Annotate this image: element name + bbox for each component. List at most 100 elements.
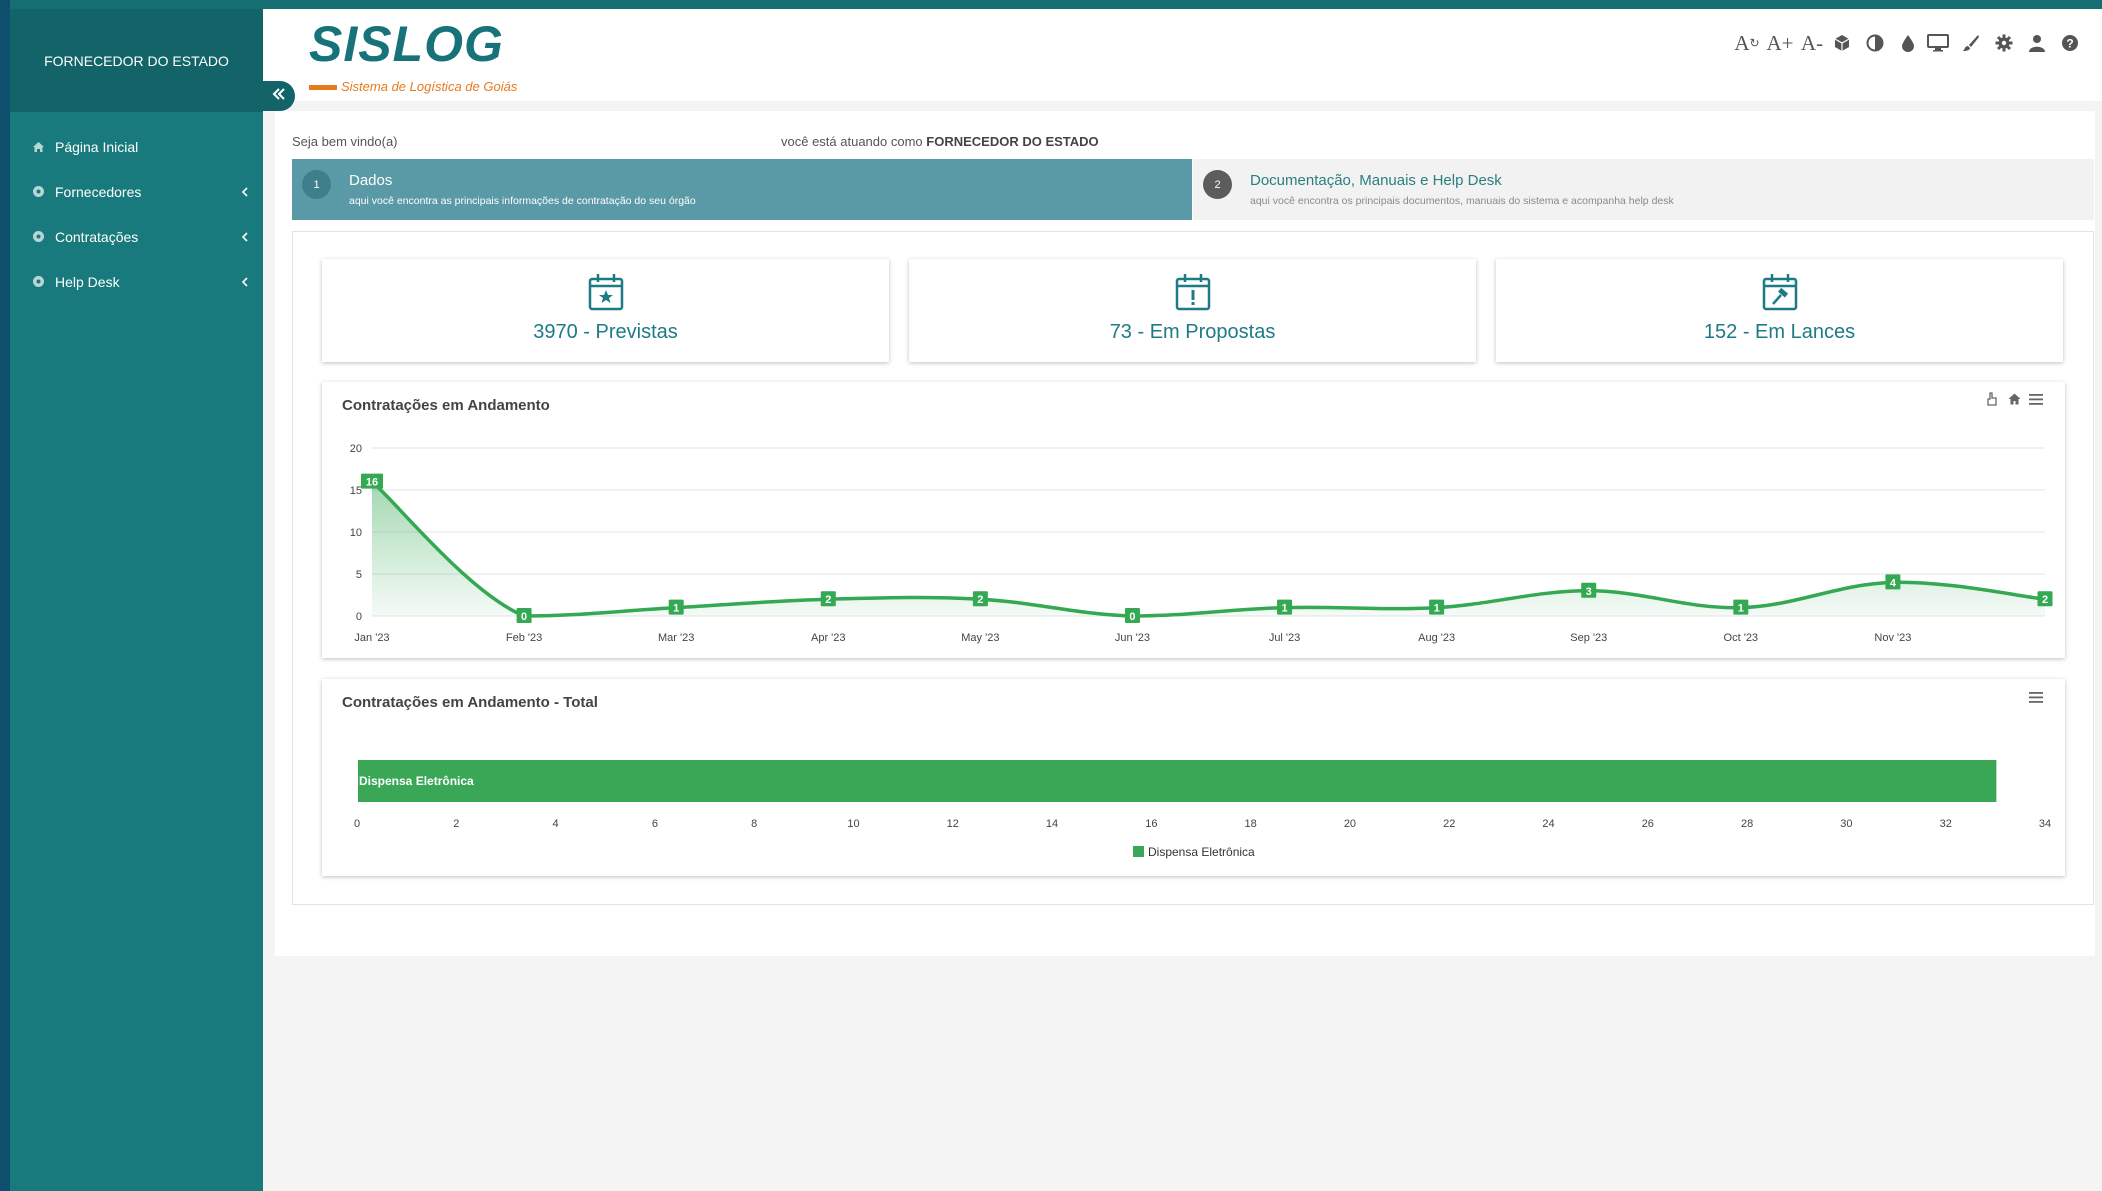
- card-previstas[interactable]: 3970 - Previstas: [322, 259, 889, 362]
- sidebar-item-label: Página Inicial: [55, 138, 139, 155]
- cube-icon[interactable]: [1829, 29, 1855, 57]
- font-decrease-label: A-: [1800, 30, 1824, 55]
- x-tick-label: 14: [1046, 818, 1058, 830]
- font-decrease-icon[interactable]: A-: [1797, 29, 1827, 57]
- x-tick-label: Aug '23: [1418, 632, 1455, 644]
- series-line: [370, 480, 2046, 618]
- y-tick-label: 0: [356, 611, 362, 623]
- x-tick-label: 8: [751, 818, 757, 830]
- sidebar-header: FORNECEDOR DO ESTADO: [10, 9, 263, 112]
- x-tick-label: 32: [1940, 818, 1952, 830]
- role-prefix: você está atuando como: [781, 134, 923, 149]
- data-label: 0: [1129, 611, 1135, 623]
- chevron-left-icon: [239, 230, 251, 242]
- step-documentacao[interactable]: 2 Documentação, Manuais e Help Desk aqui…: [1193, 159, 2094, 220]
- user-icon[interactable]: [2024, 29, 2050, 57]
- sislog-logo[interactable]: SISLOG Sistema de Logística de Goiás: [305, 16, 535, 99]
- sidebar-item-contratacoes[interactable]: Contratações: [10, 214, 263, 259]
- step-number: 2: [1203, 170, 1232, 199]
- y-tick-label: 5: [356, 569, 362, 581]
- sidebar-item-pagina-inicial[interactable]: Página Inicial: [10, 124, 263, 169]
- data-label: 1: [1738, 603, 1744, 615]
- data-label: 1: [1281, 603, 1287, 615]
- step-number: 1: [302, 170, 331, 199]
- calendar-alert-icon: [1175, 273, 1211, 311]
- data-label: 3: [1586, 586, 1592, 598]
- x-tick-label: 34: [2039, 818, 2051, 830]
- chart-contratacoes-total: Contratações em Andamento - Total Dispen…: [322, 679, 2065, 876]
- card-em-propostas[interactable]: 73 - Em Propostas: [909, 259, 1476, 362]
- y-tick-label: 20: [350, 443, 362, 455]
- role-name: FORNECEDOR DO ESTADO: [926, 134, 1099, 149]
- x-tick-label: 10: [847, 818, 859, 830]
- font-reset-label: A: [1734, 30, 1750, 55]
- x-tick-label: 2: [453, 818, 459, 830]
- circle-icon: [32, 230, 45, 243]
- logo-subtitle: Sistema de Logística de Goiás: [341, 79, 518, 94]
- help-icon[interactable]: ?: [2057, 29, 2083, 57]
- sidebar: FORNECEDOR DO ESTADO Página Inicial Forn…: [10, 9, 263, 1191]
- svg-text:?: ?: [2066, 37, 2073, 51]
- bar: [358, 760, 1997, 802]
- y-tick-label: 15: [350, 485, 362, 497]
- circle-icon: [32, 275, 45, 288]
- x-tick-label: 20: [1344, 818, 1356, 830]
- x-tick-label: 22: [1443, 818, 1455, 830]
- gear-icon[interactable]: [1991, 29, 2017, 57]
- reset-arrow-glyph: ↻: [1749, 36, 1760, 50]
- line-chart-canvas: 0510152016012 201 13142Jan '23 Feb '23 Mar '…: [350, 443, 2053, 644]
- step-subtitle: aqui você encontra os principais documen…: [1250, 195, 1674, 207]
- step-dados[interactable]: 1 Dados aqui você encontra as principais…: [292, 159, 1192, 220]
- home-icon: [32, 140, 45, 153]
- calendar-star-icon: [588, 273, 624, 311]
- circle-icon: [32, 185, 45, 198]
- data-label: 2: [977, 594, 983, 606]
- sidebar-item-label: Fornecedores: [55, 183, 142, 200]
- legend-label: Dispensa Eletrônica: [1148, 845, 1255, 859]
- font-increase-label: A+: [1766, 30, 1794, 55]
- x-tick-label: Apr '23: [811, 632, 846, 644]
- x-tick-label: May '23: [961, 632, 999, 644]
- role-indicator: você está atuando como FORNECEDOR DO EST…: [781, 134, 1099, 149]
- step-subtitle: aqui você encontra as principais informa…: [349, 195, 696, 207]
- brush-icon[interactable]: [1958, 29, 1984, 57]
- water-drop-icon[interactable]: [1895, 29, 1921, 57]
- y-tick-label: 10: [350, 527, 362, 539]
- x-tick-label: 24: [1542, 818, 1554, 830]
- welcome-text: Seja bem vindo(a): [292, 134, 398, 149]
- sidebar-item-fornecedores[interactable]: Fornecedores: [10, 169, 263, 214]
- font-reset-icon[interactable]: A ↻: [1731, 29, 1763, 57]
- data-label: 4: [1890, 577, 1897, 589]
- data-label: 1: [1434, 603, 1440, 615]
- x-tick-label: 30: [1840, 818, 1852, 830]
- chart-contratacoes-em-andamento: Contratações em Andamento 0 5 10 15 20 16 0 1 2 2…: [322, 382, 2065, 658]
- x-tick-label: Mar '23: [658, 632, 694, 644]
- logo-title: SISLOG: [309, 19, 504, 72]
- x-tick-label: Sep '23: [1570, 632, 1607, 644]
- card-em-lances[interactable]: 152 - Em Lances: [1496, 259, 2063, 362]
- bar-category-label: Dispensa Eletrônica: [359, 774, 474, 788]
- x-tick-label: Nov '23: [1874, 632, 1911, 644]
- monitor-icon[interactable]: [1925, 29, 1951, 57]
- x-tick-label: 26: [1642, 818, 1654, 830]
- top-accent-bar: [0, 0, 2102, 9]
- x-tick-label: Oct '23: [1724, 632, 1759, 644]
- card-label: 3970 - Previstas: [533, 321, 678, 343]
- sidebar-item-label: Help Desk: [55, 273, 120, 290]
- double-chevron-left-icon: [272, 87, 286, 105]
- legend-swatch: [1133, 846, 1144, 857]
- sidebar-collapse-button[interactable]: [263, 81, 295, 111]
- step-title: Dados: [349, 172, 393, 189]
- contrast-icon[interactable]: [1862, 29, 1888, 57]
- data-label: 0: [521, 611, 527, 623]
- data-label: 1: [673, 603, 679, 615]
- x-tick-label: Jul '23: [1269, 632, 1300, 644]
- font-increase-icon[interactable]: A+: [1765, 29, 1795, 57]
- calendar-gavel-icon: [1762, 273, 1798, 311]
- sidebar-item-help-desk[interactable]: Help Desk: [10, 259, 263, 304]
- step-title: Documentação, Manuais e Help Desk: [1250, 172, 1502, 189]
- x-tick-label: 18: [1245, 818, 1257, 830]
- x-tick-label: Feb '23: [506, 632, 542, 644]
- left-edge-strip: [0, 0, 10, 1191]
- data-label: 2: [2042, 594, 2048, 606]
